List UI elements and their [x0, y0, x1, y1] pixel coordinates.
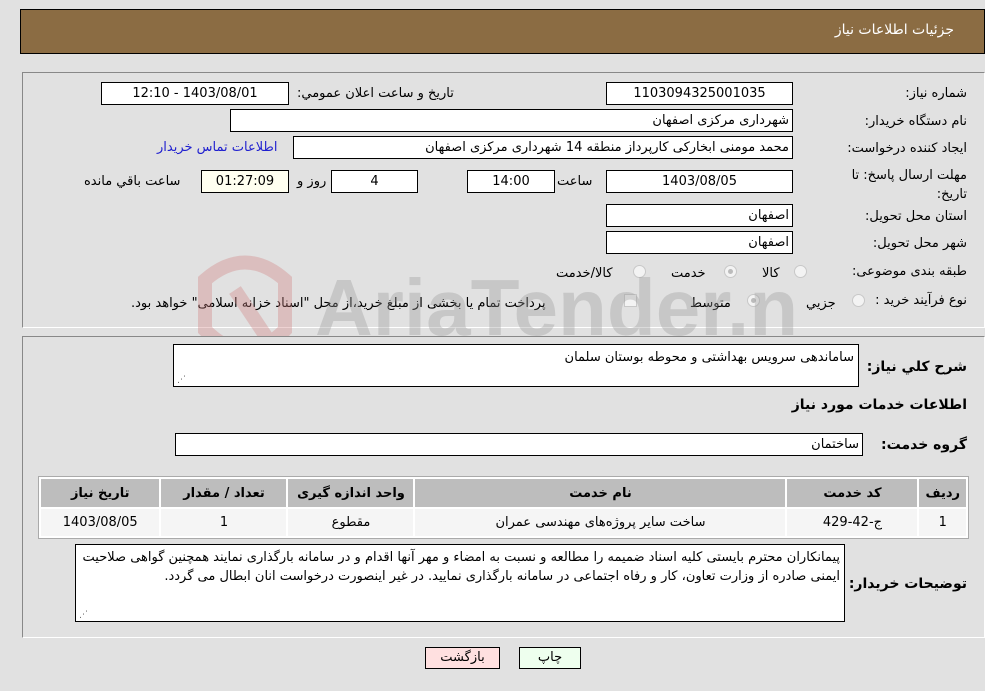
page-title: جزئیات اطلاعات نیاز: [834, 22, 954, 38]
buyer-contact-link[interactable]: اطلاعات تماس خریدار: [157, 140, 277, 155]
treasury-note: پرداخت تمام یا بخشی از مبلغ خرید،از محل …: [131, 296, 546, 311]
resize-grip-icon[interactable]: ⋰: [78, 610, 88, 620]
category-goods-service-radio[interactable]: [633, 265, 646, 278]
back-button[interactable]: بازگشت: [425, 647, 500, 669]
process-type-label: نوع فرآیند خرید :: [875, 293, 967, 308]
print-button[interactable]: چاپ: [519, 647, 581, 669]
days-remaining-field: 4: [331, 170, 418, 193]
buyer-org-label: نام دستگاه خریدار:: [864, 114, 967, 129]
cell-need-date: 1403/08/05: [41, 509, 160, 536]
services-section-title: اطلاعات خدمات مورد نیاز: [791, 397, 967, 413]
col-unit: واحد اندازه گیری: [288, 479, 414, 507]
process-small-radio[interactable]: [852, 294, 865, 307]
category-goods-service-label: کالا/خدمت: [556, 266, 613, 281]
creator-field: محمد مومنی ابخارکی کارپرداز منطقه 14 شهر…: [293, 136, 793, 159]
announce-label: تاریخ و ساعت اعلان عمومي:: [297, 86, 454, 101]
general-desc-text: ساماندهی سرویس بهداشتی و محوطه بوستان سل…: [564, 350, 854, 365]
city-label: شهر محل تحویل:: [872, 236, 967, 251]
buyer-notes-textarea[interactable]: پیمانکاران محترم بایستی کلیه اسناد ضمیمه…: [75, 544, 845, 622]
category-service-label: خدمت: [671, 266, 706, 281]
announce-datetime-field: 1403/08/01 - 12:10: [101, 82, 289, 105]
deadline-label: مهلت ارسال پاسخ: تا تاریخ:: [851, 168, 967, 202]
category-label: طبقه بندی موضوعی:: [851, 264, 967, 279]
cell-quantity: 1: [161, 509, 287, 536]
process-medium-radio[interactable]: [747, 294, 760, 307]
col-quantity: تعداد / مقدار: [161, 479, 287, 507]
buyer-notes-label: توضیحات خریدار:: [848, 576, 967, 592]
creator-label: ایجاد کننده درخواست:: [847, 141, 967, 156]
buyer-notes-text: پیمانکاران محترم بایستی کلیه اسناد ضمیمه…: [82, 550, 840, 584]
service-group-field: ساختمان: [175, 433, 863, 456]
remaining-time-field: 01:27:09: [201, 170, 289, 193]
services-table-wrapper: ردیف کد خدمت نام خدمت واحد اندازه گیری ت…: [38, 476, 969, 539]
general-desc-label: شرح کلي نیاز:: [866, 359, 967, 375]
table-header-row: ردیف کد خدمت نام خدمت واحد اندازه گیری ت…: [41, 479, 966, 507]
cell-unit: مقطوع: [288, 509, 414, 536]
need-number-label: شماره نیاز:: [905, 86, 967, 101]
col-service-name: نام خدمت: [415, 479, 786, 507]
cell-service-name: ساخت سایر پروژه‌های مهندسی عمران: [415, 509, 786, 536]
need-number-field: 1103094325001035: [606, 82, 793, 105]
deadline-date-field: 1403/08/05: [606, 170, 793, 193]
general-desc-textarea[interactable]: ساماندهی سرویس بهداشتی و محوطه بوستان سل…: [173, 344, 859, 387]
treasury-checkbox[interactable]: [624, 294, 637, 307]
deadline-time-label: ساعت: [557, 174, 593, 189]
page-header: جزئیات اطلاعات نیاز: [20, 9, 985, 54]
buyer-org-field: شهرداری مرکزی اصفهان: [230, 109, 793, 132]
province-label: استان محل تحویل:: [865, 209, 967, 224]
cell-row-number: 1: [919, 509, 966, 536]
process-small-label: جزيي: [806, 296, 836, 311]
col-need-date: تاریخ نیاز: [41, 479, 160, 507]
services-table: ردیف کد خدمت نام خدمت واحد اندازه گیری ت…: [39, 477, 968, 538]
category-goods-radio[interactable]: [794, 265, 807, 278]
cell-service-code: ج-42-429: [787, 509, 918, 536]
resize-grip-icon[interactable]: ⋰: [176, 375, 186, 385]
col-service-code: کد خدمت: [787, 479, 918, 507]
remaining-label: ساعت باقي مانده: [84, 174, 181, 189]
deadline-time-field: 14:00: [467, 170, 555, 193]
service-group-label: گروه خدمت:: [881, 437, 967, 453]
city-field: اصفهان: [606, 231, 793, 254]
table-row: 1 ج-42-429 ساخت سایر پروژه‌های مهندسی عم…: [41, 509, 966, 536]
province-field: اصفهان: [606, 204, 793, 227]
process-medium-label: متوسط: [690, 296, 731, 311]
col-row-number: ردیف: [919, 479, 966, 507]
category-service-radio[interactable]: [724, 265, 737, 278]
days-label: روز و: [297, 174, 327, 189]
category-goods-label: کالا: [762, 266, 780, 281]
